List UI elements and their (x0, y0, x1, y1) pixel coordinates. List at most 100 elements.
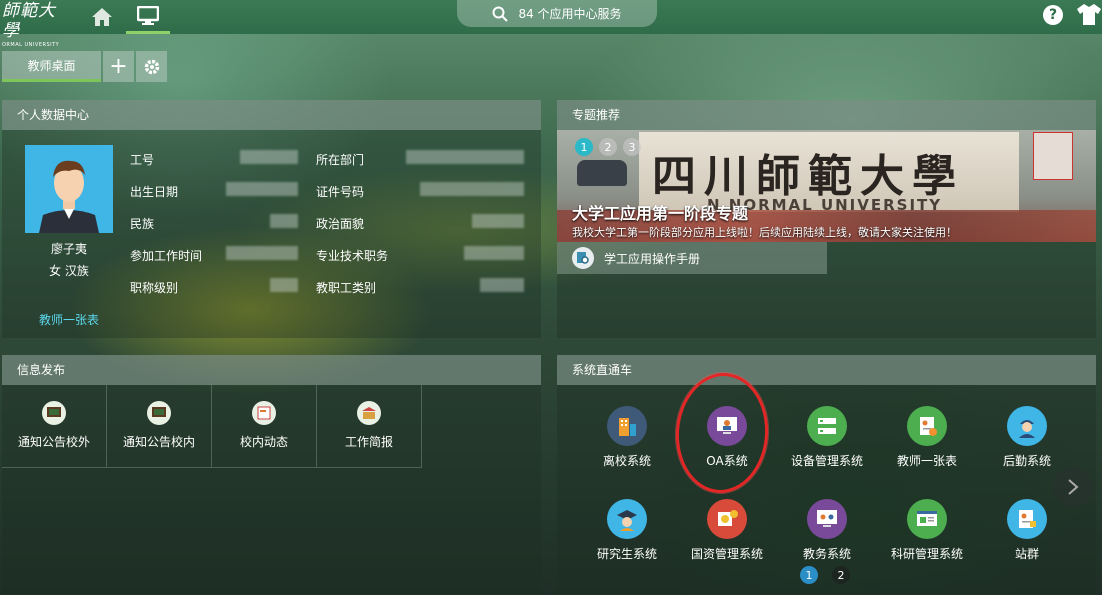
add-desktop-button[interactable]: + (103, 51, 134, 82)
system-shortcut-panel: 系统直通车 离校系统 OA系统 设备管理系统 教师一张表 后勤系统 研究生系统 … (557, 355, 1096, 595)
info-item-internal-notice[interactable]: 通知公告校内 (107, 385, 212, 467)
worker-icon (1007, 406, 1047, 446)
system-asset[interactable]: 国资管理系统 (677, 499, 777, 562)
site-card-icon (1007, 499, 1047, 539)
system-equipment[interactable]: 设备管理系统 (777, 406, 877, 469)
redacted-value (240, 150, 298, 164)
logo-en: ORMAL UNIVERSITY (2, 42, 60, 48)
system-academic[interactable]: 教务系统 (777, 499, 877, 562)
desktop-button[interactable] (126, 0, 170, 34)
redacted-value (270, 214, 298, 228)
system-label: 后勤系统 (1002, 454, 1051, 468)
info-item-label: 通知公告校外 (17, 435, 90, 449)
panel-title: 系统直通车 (557, 355, 1096, 385)
systems-page-1[interactable]: 1 (800, 566, 818, 584)
redacted-value (226, 246, 298, 260)
help-icon[interactable]: ? (1043, 5, 1063, 25)
banner-page-1[interactable]: 1 (575, 138, 593, 156)
system-research[interactable]: 科研管理系统 (877, 499, 977, 562)
gear-icon (144, 59, 159, 74)
desktop-settings-button[interactable] (136, 51, 167, 82)
banner-page-2[interactable]: 2 (599, 138, 617, 156)
system-site-group[interactable]: 站群 (977, 499, 1077, 562)
manual-label: 学工应用操作手册 (604, 251, 701, 266)
home-icon (92, 8, 112, 26)
field-label: 所在部门 (316, 153, 365, 167)
banner-inscription: 四川師範大學 (652, 151, 964, 202)
field-label: 工号 (130, 153, 155, 167)
divider (2, 467, 422, 468)
profile-card-icon (907, 406, 947, 446)
document-search-icon (572, 247, 594, 269)
top-bar: 師範大學 ORMAL UNIVERSITY 84 个应用中心服务 ? (0, 0, 1102, 48)
field-label: 证件号码 (316, 185, 365, 199)
avatar (25, 145, 113, 233)
shirt-icon (1077, 4, 1101, 25)
system-label: 科研管理系统 (890, 547, 963, 561)
search-icon (492, 6, 509, 22)
field-label: 民族 (130, 217, 155, 231)
university-logo[interactable]: 師範大學 ORMAL UNIVERSITY (2, 1, 72, 48)
research-window-icon (907, 499, 947, 539)
system-logistics[interactable]: 后勤系统 (977, 406, 1077, 469)
field-label: 专业技术职务 (316, 249, 389, 263)
server-icon (807, 406, 847, 446)
graduate-icon (607, 499, 647, 539)
redacted-value (480, 278, 524, 292)
building-icon (607, 406, 647, 446)
redacted-value (270, 278, 298, 292)
theme-button[interactable] (1076, 2, 1102, 28)
system-label: 教师一张表 (896, 454, 957, 468)
teacher-card-link[interactable]: 教师一张表 (22, 311, 116, 328)
redacted-value (406, 150, 524, 164)
info-item-work-brief[interactable]: 工作简报 (317, 385, 422, 467)
news-icon (252, 401, 276, 425)
banner-description: 我校大学工第一阶段部分应用上线啦！后续应用陆续上线，敬请大家关注使用！ (572, 226, 957, 239)
plus-icon: + (109, 53, 128, 79)
search-label: 84 个应用中心服务 (518, 7, 622, 21)
banner-pager: 1 2 3 (575, 138, 641, 156)
system-graduate[interactable]: 研究生系统 (577, 499, 677, 562)
system-label: 站群 (1014, 547, 1039, 561)
info-item-external-notice[interactable]: 通知公告校外 (2, 385, 107, 467)
highlight-circle (671, 369, 773, 497)
system-label: 国资管理系统 (690, 547, 763, 561)
manual-link[interactable]: 学工应用操作手册 (557, 242, 827, 274)
banner-page-3[interactable]: 3 (623, 138, 641, 156)
home-button[interactable] (86, 0, 118, 34)
system-teacher-card[interactable]: 教师一张表 (877, 406, 977, 469)
field-label: 职称级别 (130, 281, 179, 295)
system-leave-school[interactable]: 离校系统 (577, 406, 677, 469)
system-label: 教务系统 (802, 547, 851, 561)
field-label: 政治面貌 (316, 217, 365, 231)
info-item-campus-news[interactable]: 校内动态 (212, 385, 317, 467)
tab-teacher-desktop[interactable]: 教师桌面 (2, 51, 101, 82)
info-item-label: 校内动态 (239, 435, 288, 449)
panel-title: 个人数据中心 (2, 100, 541, 130)
banner-car (577, 160, 627, 186)
info-publish-panel: 信息发布 通知公告校外 通知公告校内 校内动态 工作简报 (2, 355, 541, 595)
chevron-right-icon (1068, 479, 1079, 495)
user-gender-ethnicity: 女 汉族 (49, 264, 89, 278)
banner-sign (1033, 132, 1073, 180)
system-label: 离校系统 (602, 454, 651, 468)
app-search-button[interactable]: 84 个应用中心服务 (457, 0, 657, 27)
classroom-icon (807, 499, 847, 539)
user-name: 廖子夷 (50, 242, 87, 256)
asset-icon (707, 499, 747, 539)
banner-title: 大学工应用第一阶段专题 (572, 204, 749, 223)
systems-page-2[interactable]: 2 (832, 566, 850, 584)
systems-pager: 1 2 (800, 566, 850, 584)
system-label: 研究生系统 (596, 547, 657, 561)
personal-data-panel: 个人数据中心 廖子夷 女 汉族 教师一张表 工号 出生日期 民族 参加工作时间 … (2, 100, 541, 338)
redacted-value (464, 246, 524, 260)
panel-title: 专题推荐 (557, 100, 1096, 130)
blackboard-icon (147, 401, 171, 425)
next-page-button[interactable] (1053, 467, 1093, 507)
topic-recommend-panel: 专题推荐 四川師範大學 N NORMAL UNIVERSITY 1 2 3 大学… (557, 100, 1096, 338)
field-label: 参加工作时间 (130, 249, 203, 263)
monitor-icon (137, 5, 159, 25)
blackboard-icon (42, 401, 66, 425)
field-label: 出生日期 (130, 185, 179, 199)
building-icon (357, 401, 381, 425)
